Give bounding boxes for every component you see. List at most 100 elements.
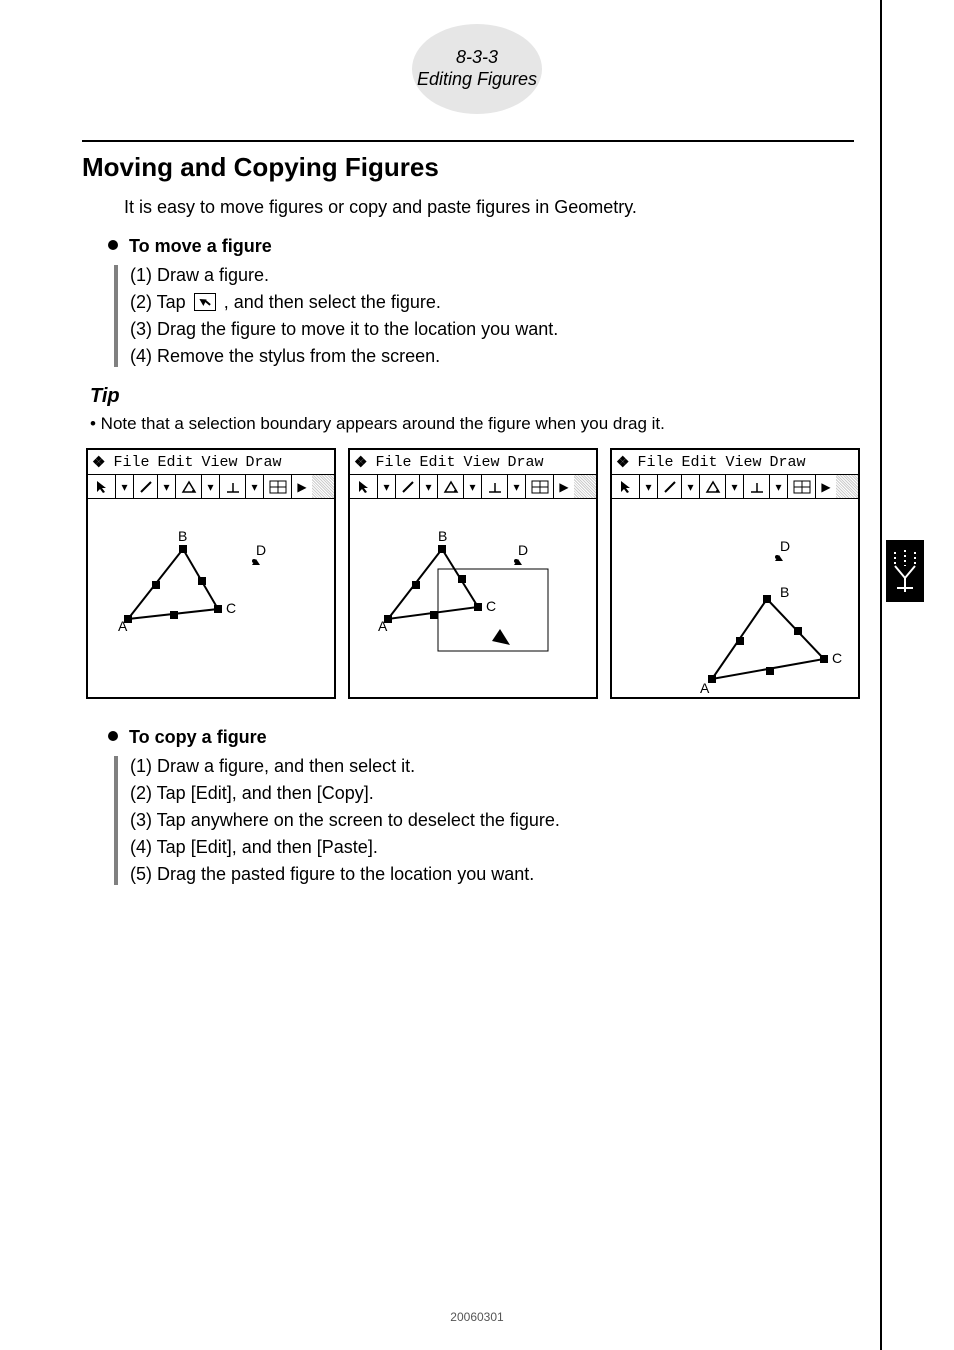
copy-step-1: (1) Draw a figure, and then select it.	[130, 756, 854, 777]
calc-toolbar: ▾ ▾ ▾ ▾ ▶	[350, 475, 596, 499]
tb-dd3-icon: ▾	[464, 475, 482, 498]
calc-canvas-2: A B C D	[350, 499, 596, 697]
tb-select-icon	[350, 475, 378, 498]
screenshot-row: ❖ File Edit View Draw ▾ ▾ ▾ ▾ ▶	[86, 448, 854, 699]
copy-heading-text: To copy a figure	[129, 727, 267, 747]
section-heading: Moving and Copying Figures	[82, 152, 854, 183]
calc-menu-bar: ❖ File Edit View Draw	[350, 450, 596, 475]
tb-dd2-icon: ▾	[682, 475, 700, 498]
tb-pen-icon	[134, 475, 158, 498]
tb-dd2-icon: ▾	[158, 475, 176, 498]
tb-perp-icon	[744, 475, 770, 498]
pt-D: D	[256, 542, 266, 558]
copy-step-3: (3) Tap anywhere on the screen to desele…	[130, 810, 854, 831]
calc-canvas-1: A B C D	[88, 499, 334, 697]
menu-file: File	[375, 454, 411, 471]
tb-more-icon: ▶	[816, 475, 836, 498]
tip-body: • Note that a selection boundary appears…	[90, 414, 854, 434]
calc-menu-bar: ❖ File Edit View Draw	[88, 450, 334, 475]
tb-dd1-icon: ▾	[116, 475, 134, 498]
move-step-2b: , and then select the figure.	[224, 292, 441, 312]
move-step-4: (4) Remove the stylus from the screen.	[130, 346, 854, 367]
tb-dd2-icon: ▾	[420, 475, 438, 498]
move-subheading: To move a figure	[108, 236, 854, 257]
menu-draw: Draw	[508, 454, 544, 471]
menu-edit: Edit	[157, 454, 193, 471]
menu-view: View	[725, 454, 761, 471]
tb-pen-icon	[396, 475, 420, 498]
svg-text:B: B	[780, 584, 789, 600]
move-step-3: (3) Drag the figure to move it to the lo…	[130, 319, 854, 340]
footer-number: 20060301	[450, 1310, 503, 1324]
tb-dd1-icon: ▾	[378, 475, 396, 498]
calc-toolbar: ▾ ▾ ▾ ▾ ▶	[612, 475, 858, 499]
move-step-1: (1) Draw a figure.	[130, 265, 854, 286]
menu-draw: Draw	[770, 454, 806, 471]
tip-heading: Tip	[90, 385, 854, 408]
horizontal-rule	[82, 140, 854, 142]
tb-grid-icon	[526, 475, 554, 498]
move-heading-text: To move a figure	[129, 236, 272, 256]
tb-triangle-icon	[176, 475, 202, 498]
pt-A: A	[118, 618, 128, 634]
intro-text: It is easy to move figures or copy and p…	[124, 197, 854, 218]
tb-dd3-icon: ▾	[202, 475, 220, 498]
copy-step-4: (4) Tap [Edit], and then [Paste].	[130, 837, 854, 858]
tb-dd4-icon: ▾	[246, 475, 264, 498]
copy-step-5: (5) Drag the pasted figure to the locati…	[130, 864, 854, 885]
copy-subheading: To copy a figure	[108, 727, 854, 748]
page-header-oval: 8-3-3 Editing Figures	[412, 24, 542, 114]
svg-text:C: C	[832, 650, 842, 666]
select-tool-icon	[194, 293, 216, 311]
tb-pen-icon	[658, 475, 682, 498]
bullet-icon	[108, 240, 118, 250]
tb-triangle-icon	[438, 475, 464, 498]
move-step-2: (2) Tap , and then select the figure.	[130, 292, 854, 313]
tb-dd4-icon: ▾	[770, 475, 788, 498]
tb-select-icon	[88, 475, 116, 498]
tb-dd1-icon: ▾	[640, 475, 658, 498]
menu-edit: Edit	[681, 454, 717, 471]
pt-C: C	[226, 600, 236, 616]
page-right-border	[880, 0, 882, 1350]
tb-triangle-icon	[700, 475, 726, 498]
menu-view: View	[201, 454, 237, 471]
svg-text:A: A	[700, 680, 710, 696]
tb-perp-icon	[220, 475, 246, 498]
bullet-icon	[108, 731, 118, 741]
copy-step-2: (2) Tap [Edit], and then [Copy].	[130, 783, 854, 804]
svg-text:D: D	[518, 542, 528, 558]
calc-toolbar: ▾ ▾ ▾ ▾ ▶	[88, 475, 334, 499]
svg-text:A: A	[378, 618, 388, 634]
tb-grid-icon	[264, 475, 292, 498]
chapter-tab-marker	[886, 540, 924, 602]
calc-menu-bar: ❖ File Edit View Draw	[612, 450, 858, 475]
menu-draw: Draw	[246, 454, 282, 471]
menu-view: View	[463, 454, 499, 471]
pt-B: B	[178, 528, 187, 544]
tb-more-icon: ▶	[292, 475, 312, 498]
page-title: Editing Figures	[417, 69, 537, 91]
page-ref: 8-3-3	[456, 47, 498, 69]
svg-text:B: B	[438, 528, 447, 544]
tb-more-icon: ▶	[554, 475, 574, 498]
calc-logo-icon: ❖	[92, 453, 105, 471]
move-steps: (1) Draw a figure. (2) Tap , and then se…	[114, 265, 854, 367]
calc-logo-icon: ❖	[354, 453, 367, 471]
calc-logo-icon: ❖	[616, 453, 629, 471]
tb-select-icon	[612, 475, 640, 498]
move-step-2a: (2) Tap	[130, 292, 191, 312]
copy-steps: (1) Draw a figure, and then select it. (…	[114, 756, 854, 885]
tb-dd4-icon: ▾	[508, 475, 526, 498]
menu-file: File	[637, 454, 673, 471]
calc-screenshot-2: ❖ File Edit View Draw ▾ ▾ ▾ ▾ ▶	[348, 448, 598, 699]
tb-grid-icon	[788, 475, 816, 498]
menu-file: File	[113, 454, 149, 471]
tb-perp-icon	[482, 475, 508, 498]
calc-screenshot-3: ❖ File Edit View Draw ▾ ▾ ▾ ▾ ▶	[610, 448, 860, 699]
calc-screenshot-1: ❖ File Edit View Draw ▾ ▾ ▾ ▾ ▶	[86, 448, 336, 699]
svg-text:D: D	[780, 538, 790, 554]
calc-canvas-3: A B C D	[612, 499, 858, 697]
tb-dd3-icon: ▾	[726, 475, 744, 498]
svg-text:C: C	[486, 598, 496, 614]
